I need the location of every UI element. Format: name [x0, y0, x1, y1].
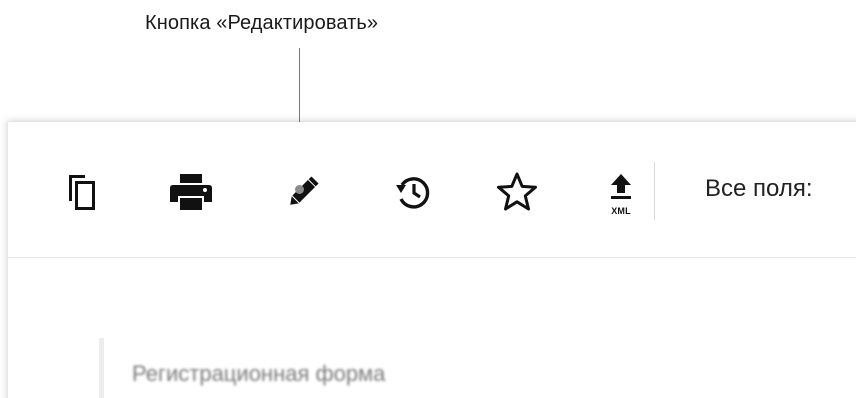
- form-section-bar: [99, 338, 104, 398]
- star-icon: [496, 172, 538, 212]
- xml-caption: XML: [611, 206, 631, 216]
- callout-label: Кнопка «Редактировать»: [145, 12, 379, 34]
- print-icon: [169, 172, 213, 212]
- favorite-button[interactable]: [492, 166, 542, 218]
- print-button[interactable]: [166, 166, 216, 218]
- form-title: Регистрационная форма: [132, 361, 386, 386]
- history-button[interactable]: [388, 166, 438, 218]
- all-fields-label: Все поля:: [705, 175, 813, 202]
- export-xml-button[interactable]: XML: [596, 166, 646, 218]
- toolbar: XML Все поля:: [8, 122, 856, 258]
- record-panel: XML Все поля: Регистрационная форма: [8, 122, 856, 398]
- screenshot-canvas: Кнопка «Редактировать» XML Все поля: Рег…: [0, 0, 856, 398]
- copy-icon: [66, 173, 96, 211]
- toolbar-separator: [654, 162, 655, 220]
- history-icon: [393, 172, 433, 212]
- callout-pointer-dot: [295, 185, 304, 194]
- copy-button[interactable]: [56, 166, 106, 218]
